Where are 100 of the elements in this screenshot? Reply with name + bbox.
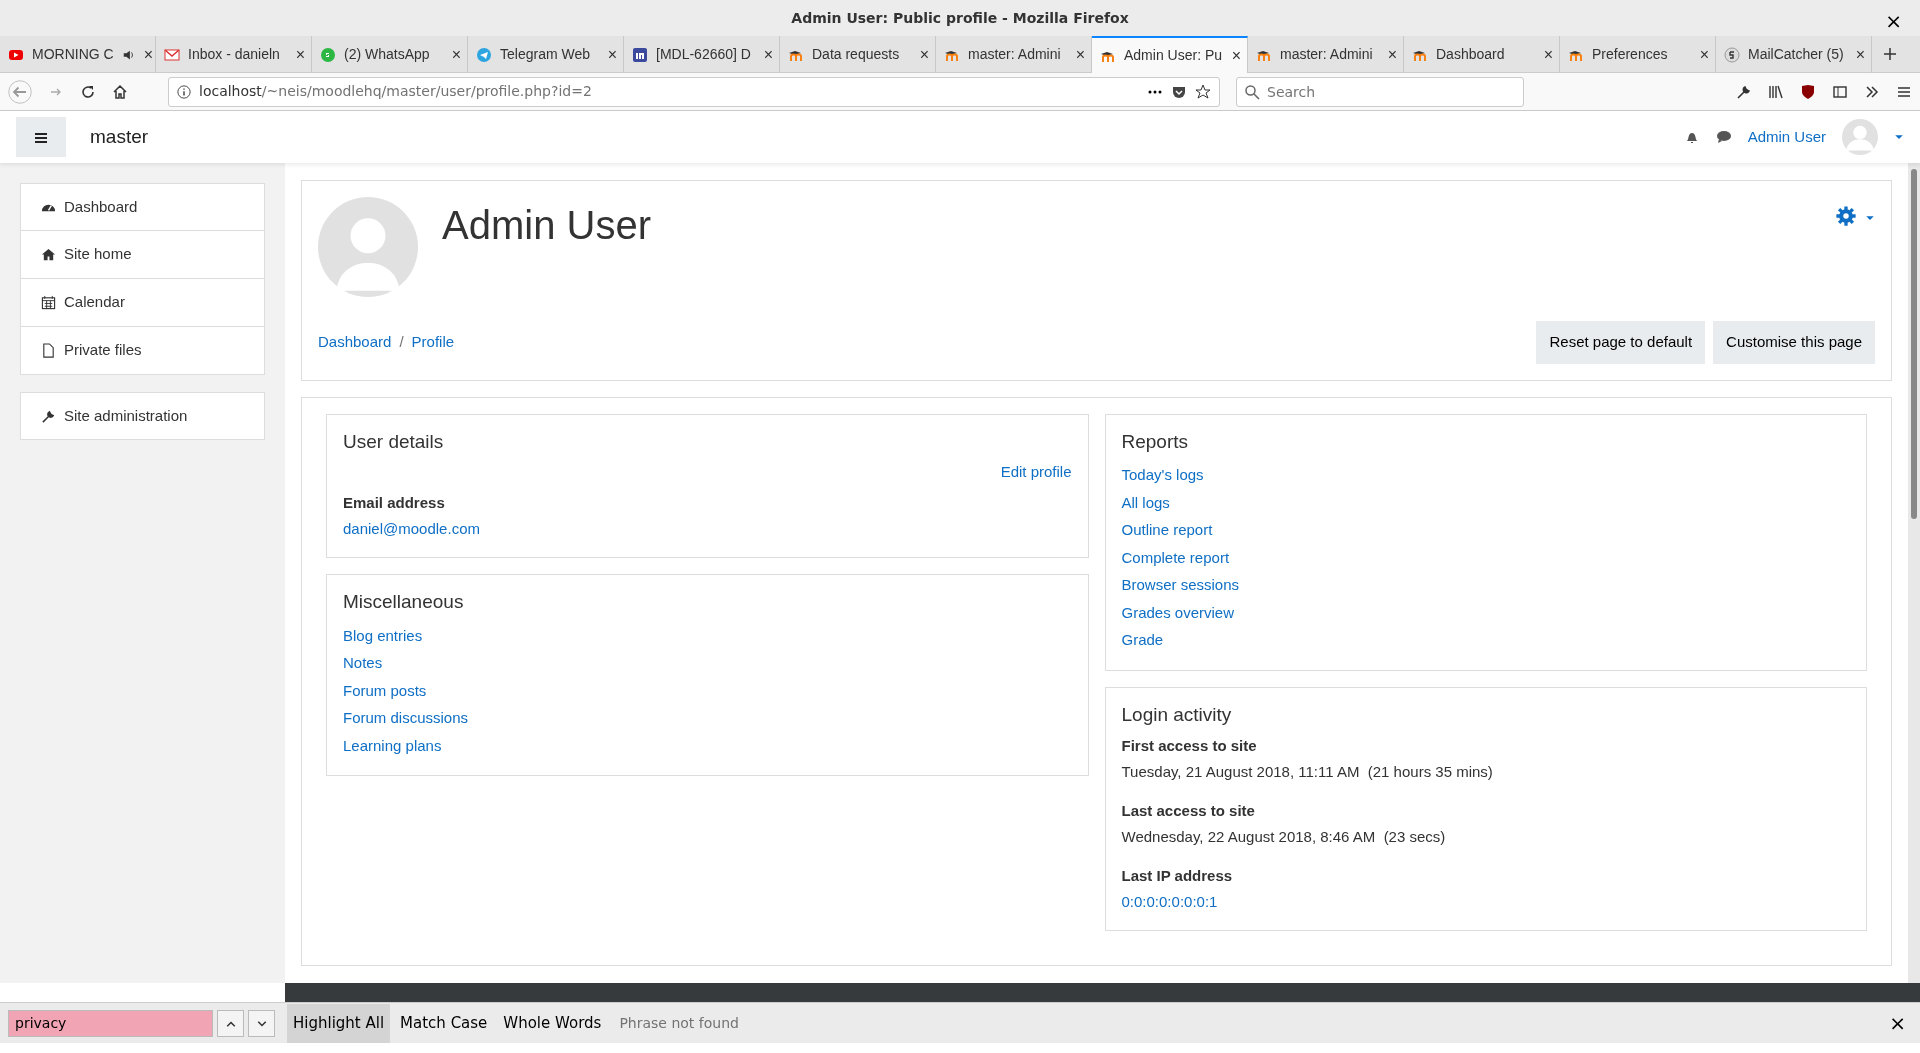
chat-icon[interactable] [1715,129,1732,145]
file-icon [41,343,56,358]
reload-icon[interactable] [80,83,96,100]
mail-badge-icon [1724,46,1740,63]
user-name: Admin User [442,202,651,249]
find-option-button[interactable]: Highlight All [287,1003,391,1043]
back-icon[interactable] [8,79,32,104]
tab-close-icon[interactable]: × [1543,42,1553,67]
find-field[interactable]: privacy [8,1009,213,1037]
tab-title: master: Admini [968,45,1061,64]
app-icon [632,46,648,63]
tab-close-icon[interactable]: × [451,42,461,67]
misc-link[interactable]: Forum posts [343,676,1072,705]
tab-title: Admin User: Pu [1124,46,1223,65]
field-label: Email address [343,492,446,513]
tab-title: MORNING C [32,45,114,64]
scrollbar[interactable] [1908,163,1920,983]
home-icon [41,247,56,262]
paper-plane-icon [476,46,492,63]
edit-profile-link[interactable]: Edit profile [1000,463,1072,481]
breadcrumb-separator: / [399,332,404,352]
find-status: Phrase not found [619,1013,739,1033]
report-link[interactable]: Outline report [1121,516,1850,544]
search-icon [1244,83,1260,100]
section-title: Miscellaneous [343,590,465,614]
report-link[interactable]: Grade [1121,626,1850,654]
section-title: Login activity [1121,703,1233,727]
tab-title: MailCatcher (5) [1748,45,1844,64]
url-text: localhost/~neis/moodlehq/master/user/profile.php?id=2 [199,82,592,101]
report-link[interactable]: All logs [1121,488,1850,517]
page-button[interactable]: Customise this page [1713,321,1875,364]
close-button[interactable]: × [1883,1007,1912,1039]
info-icon [177,84,191,99]
field-link[interactable]: 0:0:0:0:0:0:0:1 [1121,891,1850,914]
tab-close-icon[interactable]: × [1075,42,1085,67]
nav-item[interactable]: Dashboard [20,183,265,231]
avatar-icon [1842,119,1878,155]
tab-close-icon[interactable]: × [1699,42,1709,67]
misc-link[interactable]: Forum discussions [343,704,1072,732]
wrench-icon [41,408,56,424]
field-link[interactable]: daniel@moodle.com [343,518,1072,541]
sidebar-icon[interactable] [1832,83,1848,100]
window-title: Admin User: Public profile - Mozilla Firefox [791,8,1129,28]
field-label: First access to site [1121,735,1258,756]
page-button[interactable]: Reset page to default [1536,321,1706,364]
breadcrumb-link[interactable]: Dashboard [318,331,392,354]
report-link[interactable]: Today's logs [1121,461,1850,489]
tab-title: [MDL-62660] D [656,45,751,64]
misc-link[interactable]: Blog entries [343,621,1072,650]
user-menu-link[interactable]: Admin User [1747,125,1826,149]
nav-item[interactable]: Site home [20,231,265,279]
close-button[interactable]: × [1879,5,1908,37]
browser-tab[interactable]: Admin User: Pu × [1092,36,1248,73]
calendar-icon [41,295,56,310]
star-icon[interactable] [1195,83,1211,100]
find-option-button[interactable]: Whole Words [497,1003,608,1043]
breadcrumb-link[interactable]: Profile [411,331,455,354]
shield-icon[interactable] [1800,83,1816,100]
field-label: Last access to site [1121,800,1256,821]
misc-link[interactable]: Learning plans [343,731,1072,760]
tab-title: Preferences [1592,45,1668,64]
nav-item[interactable]: Private files [20,327,265,375]
avatar-icon [318,197,418,297]
envelope-icon [164,46,180,63]
chat-bubble-icon [320,46,336,63]
section-title: Reports [1121,430,1190,454]
report-link[interactable]: Complete report [1121,543,1850,572]
misc-link[interactable]: Notes [343,649,1072,677]
wrench-icon[interactable] [1736,83,1752,100]
tab-close-icon[interactable]: × [1387,42,1397,67]
tab-title: Data requests [812,45,900,64]
library-icon[interactable] [1768,83,1784,100]
nav-item[interactable]: Calendar [20,279,265,327]
home-icon[interactable] [112,83,128,100]
tab-title: Telegram Web [500,45,590,64]
field-value: Wednesday, 22 August 2018, 8:46 AM (23 secs) [1121,827,1447,848]
tab-close-icon[interactable]: × [919,42,929,67]
section-title: User details [343,430,445,454]
settings-icon[interactable] [1835,205,1857,227]
search-field[interactable]: Search [1236,76,1524,107]
nav-item[interactable]: Site administration [20,392,265,440]
tab-close-icon[interactable]: × [295,42,305,67]
field-label: Last IP address [1121,865,1234,886]
tab-close-icon[interactable]: × [1231,43,1241,68]
tab-title: Inbox - danieln [188,45,280,64]
report-link[interactable]: Browser sessions [1121,571,1850,599]
overflow-icon[interactable] [1864,83,1880,100]
tab-title: master: Admini [1280,45,1373,64]
address-bar[interactable]: localhost/~neis/moodlehq/master/user/profile.php?id=2 [168,76,1220,107]
find-option-button[interactable]: Match Case [394,1003,494,1043]
tab-close-icon[interactable]: × [143,42,153,67]
tab-close-icon[interactable]: × [763,42,773,67]
report-link[interactable]: Grades overview [1121,598,1850,627]
tab-close-icon[interactable]: × [1855,42,1865,67]
tab-title: Dashboard [1436,45,1505,64]
menu-button[interactable] [16,117,66,157]
tab-title: (2) WhatsApp [344,45,430,64]
tab-close-icon[interactable]: × [607,42,617,67]
new-tab-icon[interactable] [1882,46,1898,62]
site-name: master [90,124,149,149]
